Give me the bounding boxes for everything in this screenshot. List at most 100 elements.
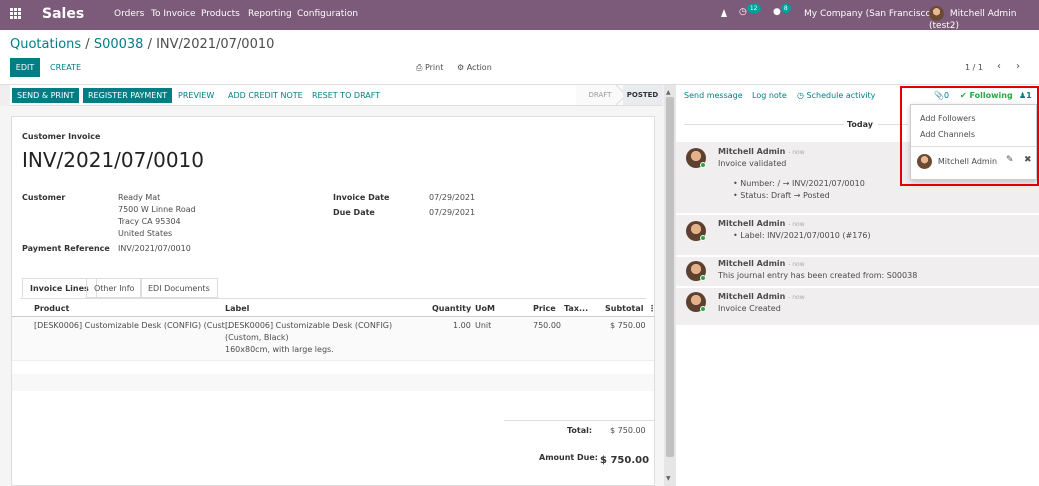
scroll-down-icon[interactable]: ▼ xyxy=(666,475,671,482)
tab-edi-documents[interactable]: EDI Documents xyxy=(140,278,218,298)
message-author[interactable]: Mitchell Admin - now xyxy=(718,147,805,156)
message-time: - now xyxy=(788,294,805,301)
column-header-subtotal[interactable]: Subtotal xyxy=(605,304,643,313)
print-menu[interactable]: ⎙ Print xyxy=(416,63,443,73)
totals-divider xyxy=(504,420,654,421)
breadcrumb-current: INV/2021/07/0010 xyxy=(156,37,275,52)
message-time: - now xyxy=(788,149,805,156)
breadcrumb-quotations[interactable]: Quotations xyxy=(10,37,81,52)
online-status-icon xyxy=(700,306,706,312)
message-author[interactable]: Mitchell Admin - now xyxy=(718,259,805,268)
chat-icon: ● xyxy=(773,7,781,17)
form-scrollbar[interactable]: ▲ ▼ xyxy=(664,85,676,486)
register-payment-button[interactable]: REGISTER PAYMENT xyxy=(83,88,173,103)
customer-link[interactable]: Ready Mat xyxy=(118,193,160,202)
column-header-quantity[interactable]: Quantity xyxy=(432,304,471,313)
clock-icon: ◷ xyxy=(797,91,804,100)
breadcrumb-order[interactable]: S00038 xyxy=(94,37,144,52)
scroll-up-icon[interactable]: ▲ xyxy=(666,89,671,96)
scrollbar-thumb[interactable] xyxy=(666,97,674,457)
line-product: [DESK0006] Customizable Desk (CONFIG) (C… xyxy=(34,321,233,330)
column-header-label[interactable]: Label xyxy=(225,304,249,313)
breadcrumb-separator: / xyxy=(81,37,94,52)
user-menu[interactable]: Mitchell Admin (test2) xyxy=(929,6,1039,31)
empty-row xyxy=(12,374,654,391)
message-author[interactable]: Mitchell Admin - now xyxy=(718,219,805,228)
message-author[interactable]: Mitchell Admin - now xyxy=(718,292,805,301)
tracking-value: • Label: INV/2021/07/0010 (#176) xyxy=(733,231,871,240)
column-header-taxes[interactable]: Tax... xyxy=(564,304,588,313)
invoice-date-value: 07/29/2021 xyxy=(429,193,476,202)
today-label: Today xyxy=(847,120,873,129)
message-body: This journal entry has been created from… xyxy=(718,271,918,280)
menu-to-invoice[interactable]: To Invoice xyxy=(151,9,196,19)
message-time: - now xyxy=(788,221,805,228)
chevron-left-icon[interactable]: ‹ xyxy=(997,61,1001,72)
line-quantity: 1.00 xyxy=(453,321,471,330)
action-label: Action xyxy=(466,63,492,72)
payment-reference-label: Payment Reference xyxy=(22,244,110,253)
line-uom: Unit xyxy=(475,321,492,330)
send-print-button[interactable]: SEND & PRINT xyxy=(12,88,80,103)
tracking-value: • Status: Draft → Posted xyxy=(733,191,830,200)
customer-label: Customer xyxy=(22,193,66,202)
invoice-sheet: Customer Invoice INV/2021/07/0010 Custom… xyxy=(11,116,656,486)
column-header-uom[interactable]: UoM xyxy=(475,304,495,313)
menu-reporting[interactable]: Reporting xyxy=(248,9,292,19)
message-time: - now xyxy=(788,261,805,268)
breadcrumb: Quotations / S00038 / INV/2021/07/0010 xyxy=(10,37,274,52)
menu-configuration[interactable]: Configuration xyxy=(297,9,358,19)
customer-address-line: United States xyxy=(118,229,173,238)
menu-orders[interactable]: Orders xyxy=(114,9,144,19)
column-header-product[interactable]: Product xyxy=(34,304,69,313)
add-credit-note-button[interactable]: ADD CREDIT NOTE xyxy=(223,88,308,103)
schedule-activity-label: Schedule activity xyxy=(806,91,876,100)
edit-button[interactable]: EDIT xyxy=(10,58,40,77)
messaging-menu[interactable]: ● 8 xyxy=(773,4,791,17)
company-switcher[interactable]: My Company (San Francisco) xyxy=(804,9,934,19)
chatter-message: Mitchell Admin - now • Label: INV/2021/0… xyxy=(676,215,1039,255)
pager-value[interactable]: 1 / 1 xyxy=(965,63,983,72)
customer-address-line: 7500 W Linne Road xyxy=(118,205,196,214)
action-menu[interactable]: ⚙ Action xyxy=(457,63,492,72)
preview-button[interactable]: PREVIEW xyxy=(173,88,219,103)
reset-to-draft-button[interactable]: RESET TO DRAFT xyxy=(307,88,385,103)
tracking-value: • Number: / → INV/2021/07/0010 xyxy=(733,179,865,188)
chevron-right-icon[interactable]: › xyxy=(1016,61,1020,72)
tab-other-info[interactable]: Other Info xyxy=(86,278,143,298)
gear-icon: ⚙ xyxy=(457,63,465,72)
chatter-message: Mitchell Admin - now Invoice Created xyxy=(676,288,1039,325)
log-note-button[interactable]: Log note xyxy=(752,91,787,100)
app-menu-icon[interactable] xyxy=(10,8,22,20)
line-subtotal: $ 750.00 xyxy=(610,321,646,330)
message-body: Invoice Created xyxy=(718,304,781,313)
control-panel: Quotations / S00038 / INV/2021/07/0010 E… xyxy=(0,30,1039,85)
send-message-button[interactable]: Send message xyxy=(684,91,743,100)
line-price: 750.00 xyxy=(533,321,561,330)
clock-icon: ◷ xyxy=(739,7,747,17)
payment-reference-value: INV/2021/07/0010 xyxy=(118,244,191,253)
total-value: $ 750.00 xyxy=(610,426,646,435)
print-icon: ⎙ xyxy=(416,63,423,72)
column-header-price[interactable]: Price xyxy=(533,304,556,313)
breadcrumb-separator: / xyxy=(143,37,157,52)
highlight-box xyxy=(900,86,1039,186)
today-divider xyxy=(684,124,844,125)
app-name[interactable]: Sales xyxy=(42,6,84,22)
activity-badge: 12 xyxy=(746,4,761,13)
status-bar: SEND & PRINT REGISTER PAYMENT PREVIEW AD… xyxy=(10,85,662,106)
optional-columns-icon[interactable]: ⋮ xyxy=(648,304,656,313)
total-label: Total: xyxy=(567,426,593,435)
debug-icon[interactable] xyxy=(719,8,729,21)
amount-due-label: Amount Due: xyxy=(539,453,598,462)
print-label: Print xyxy=(424,63,444,72)
create-button[interactable]: CREATE xyxy=(50,63,81,72)
message-body: Invoice validated xyxy=(718,159,787,168)
activity-menu[interactable]: ◷ 12 xyxy=(739,4,761,17)
due-date-label: Due Date xyxy=(333,208,375,217)
user-avatar xyxy=(929,6,944,21)
online-status-icon xyxy=(700,275,706,281)
menu-products[interactable]: Products xyxy=(201,9,240,19)
schedule-activity-button[interactable]: ◷ Schedule activity xyxy=(797,91,875,100)
messaging-badge: 8 xyxy=(780,4,791,13)
